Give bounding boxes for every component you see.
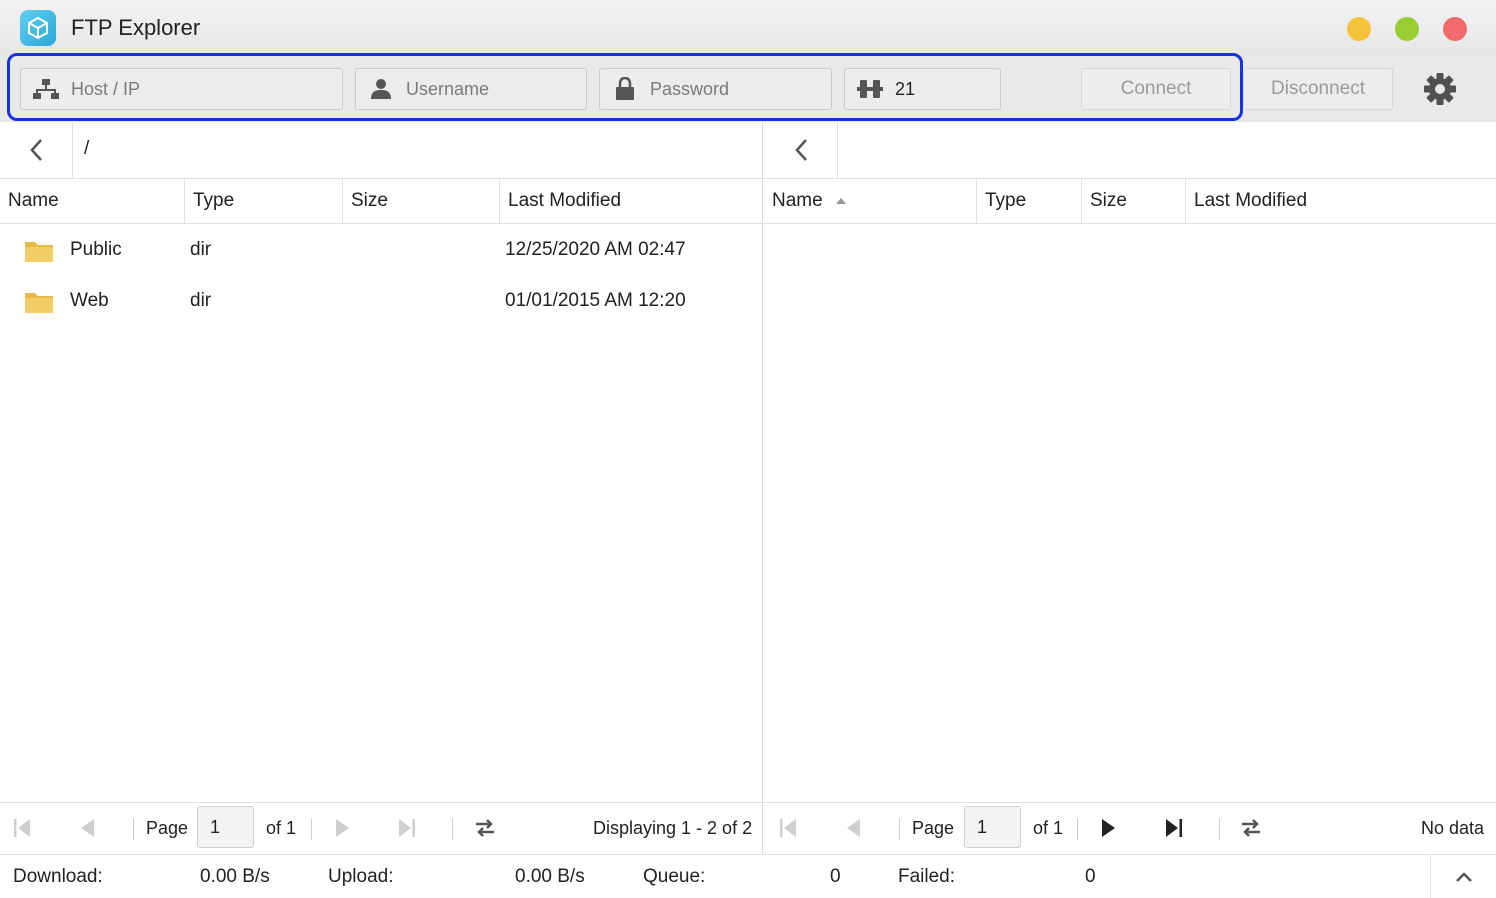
- queue-label: Queue:: [643, 866, 706, 887]
- settings-gear-icon[interactable]: [1423, 72, 1457, 106]
- chevron-left-icon: [794, 139, 807, 161]
- close-button[interactable]: [1443, 17, 1467, 41]
- port-input[interactable]: 21: [844, 68, 1001, 110]
- display-count: No data: [1421, 817, 1485, 838]
- table-header: Name Type Size Last Modified: [0, 179, 762, 224]
- column-name[interactable]: Name: [0, 179, 185, 223]
- path-bar: /: [0, 122, 762, 179]
- separator: [1077, 818, 1078, 840]
- column-size[interactable]: Size: [343, 179, 500, 223]
- column-last-modified[interactable]: Last Modified: [1186, 179, 1496, 223]
- refresh-icon[interactable]: [1239, 803, 1263, 853]
- failed-value: 0: [1085, 866, 1096, 887]
- page-label: Page: [912, 817, 955, 838]
- chevron-up-icon: [1455, 872, 1472, 882]
- host-placeholder: Host / IP: [71, 78, 141, 99]
- user-icon: [356, 78, 406, 100]
- next-page-icon[interactable]: [334, 803, 352, 853]
- host-input[interactable]: Host / IP: [20, 68, 343, 110]
- pagination-bar: Page 1 of 1 Displaying 1 - 2 of 2: [0, 802, 762, 854]
- lock-icon: [600, 77, 650, 101]
- column-type[interactable]: Type: [185, 179, 343, 223]
- separator: [899, 818, 900, 840]
- file-type: dir: [190, 290, 212, 311]
- separator: [133, 818, 134, 840]
- minimize-button[interactable]: [1347, 17, 1371, 41]
- queue-value: 0: [830, 866, 841, 887]
- prev-page-icon[interactable]: [844, 803, 862, 853]
- remote-file-panel: Name Type Size Last Modified Page 1 of 1: [764, 122, 1496, 854]
- connection-toolbar: Host / IP Username Password 21 Connect D…: [0, 56, 1496, 122]
- back-button[interactable]: [764, 122, 838, 178]
- password-input[interactable]: Password: [599, 68, 832, 110]
- download-label: Download:: [13, 866, 103, 887]
- folder-icon: [25, 242, 53, 262]
- last-page-icon[interactable]: [397, 803, 417, 853]
- upload-value: 0.00 B/s: [515, 866, 585, 887]
- upload-label: Upload:: [328, 866, 394, 887]
- first-page-icon[interactable]: [778, 803, 798, 853]
- table-row[interactable]: Public dir 12/25/2020 AM 02:47: [0, 225, 762, 275]
- connect-button[interactable]: Connect: [1081, 68, 1231, 110]
- prev-page-icon[interactable]: [78, 803, 96, 853]
- column-last-modified[interactable]: Last Modified: [500, 179, 763, 223]
- file-name: Web: [70, 290, 109, 311]
- separator: [311, 818, 312, 840]
- pagination-bar: Page 1 of 1 No data: [764, 802, 1496, 854]
- network-icon: [21, 78, 71, 100]
- path-text: /: [84, 138, 90, 159]
- sort-ascending-icon: [835, 198, 846, 204]
- username-input[interactable]: Username: [355, 68, 587, 110]
- separator: [1219, 818, 1220, 840]
- failed-label: Failed:: [898, 866, 956, 887]
- file-modified: 12/25/2020 AM 02:47: [505, 239, 686, 260]
- path-bar: [764, 122, 1496, 179]
- title-bar: FTP Explorer: [0, 0, 1496, 56]
- file-type: dir: [190, 239, 212, 260]
- status-bar: Download: 0.00 B/s Upload: 0.00 B/s Queu…: [0, 854, 1496, 898]
- file-name: Public: [70, 239, 122, 260]
- page-of-label: of 1: [266, 817, 297, 838]
- page-number-input[interactable]: 1: [197, 806, 254, 848]
- first-page-icon[interactable]: [12, 803, 32, 853]
- plug-icon: [845, 78, 895, 100]
- page-number-input[interactable]: 1: [964, 806, 1021, 848]
- file-modified: 01/01/2015 AM 12:20: [505, 290, 686, 311]
- column-name[interactable]: Name: [764, 179, 977, 223]
- app-title: FTP Explorer: [71, 15, 201, 40]
- folder-icon: [25, 293, 53, 313]
- expand-panel-button[interactable]: [1430, 855, 1496, 898]
- maximize-button[interactable]: [1395, 17, 1419, 41]
- next-page-icon[interactable]: [1100, 803, 1118, 853]
- page-label: Page: [146, 817, 189, 838]
- local-file-panel: / Name Type Size Last Modified Public di…: [0, 122, 763, 854]
- username-placeholder: Username: [406, 78, 490, 99]
- password-placeholder: Password: [650, 78, 730, 99]
- table-row[interactable]: Web dir 01/01/2015 AM 12:20: [0, 276, 762, 326]
- chevron-left-icon: [30, 139, 42, 161]
- refresh-icon[interactable]: [473, 803, 497, 853]
- back-button[interactable]: [0, 122, 73, 178]
- port-value: 21: [895, 78, 916, 99]
- column-name-label: Name: [772, 190, 823, 211]
- disconnect-button[interactable]: Disconnect: [1243, 68, 1393, 110]
- table-header: Name Type Size Last Modified: [764, 179, 1496, 224]
- column-size[interactable]: Size: [1082, 179, 1186, 223]
- separator: [452, 818, 453, 840]
- last-page-icon[interactable]: [1164, 803, 1184, 853]
- download-value: 0.00 B/s: [200, 866, 270, 887]
- app-logo-icon: [20, 10, 56, 46]
- column-type[interactable]: Type: [977, 179, 1082, 223]
- page-of-label: of 1: [1033, 817, 1064, 838]
- display-count: Displaying 1 - 2 of 2: [593, 817, 753, 838]
